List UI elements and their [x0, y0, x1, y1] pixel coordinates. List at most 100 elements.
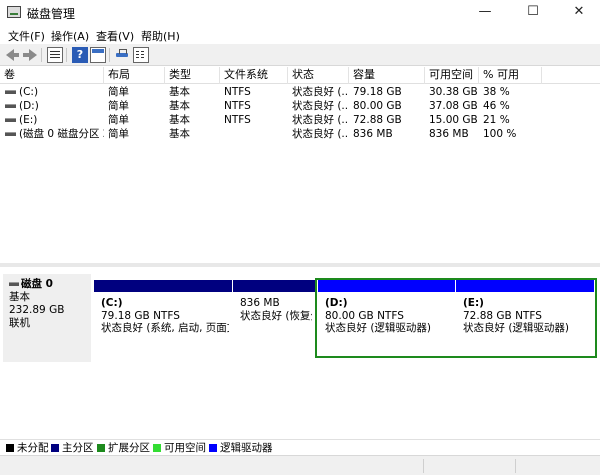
partition-e[interactable]: (E:) 72.88 GB NTFS 状态良好 (逻辑驱动器): [456, 280, 594, 356]
col-header-status[interactable]: 状态: [288, 67, 349, 84]
col-header-free[interactable]: 可用空间: [425, 67, 479, 84]
col-header-percent-free[interactable]: % 可用: [479, 67, 542, 84]
toolbar: ?: [0, 44, 600, 66]
legend-label: 逻辑驱动器: [220, 442, 273, 454]
volume-list-icon[interactable]: [133, 47, 149, 63]
volume-row[interactable]: (磁盘 0 磁盘分区 2) 简单 基本 状态良好 (... 836 MB 836…: [0, 127, 600, 141]
title-bar: 磁盘管理 — ☐ ✕: [0, 0, 600, 25]
volume-capacity: 836 MB: [353, 128, 393, 140]
menu-bar: 文件(F) 操作(A) 查看(V) 帮助(H): [0, 25, 600, 44]
legend-swatch: [6, 444, 14, 452]
partition-status: 状态良好 (逻辑驱动器): [463, 322, 570, 334]
disk-0-label[interactable]: 磁盘 0 基本 232.89 GB 联机: [3, 274, 91, 362]
volume-status: 状态良好 (...: [292, 100, 349, 112]
partition-name: (D:): [325, 297, 348, 309]
primary-partition-bar: [94, 280, 232, 292]
col-header-layout[interactable]: 布局: [104, 67, 165, 84]
volume-status: 状态良好 (...: [292, 114, 349, 126]
forward-button[interactable]: [22, 47, 38, 63]
col-header-volume[interactable]: 卷: [0, 67, 104, 84]
volume-list-pane: 卷 布局 类型 文件系统 状态 容量 可用空间 % 可用 (C:) 简单 基本 …: [0, 67, 600, 263]
volume-layout: 简单: [108, 114, 129, 126]
legend: 未分配 主分区 扩展分区 可用空间 逻辑驱动器: [0, 439, 600, 455]
partition-c[interactable]: (C:) 79.18 GB NTFS 状态良好 (系统, 启动, 页面文件: [94, 280, 232, 356]
volume-filesystem: NTFS: [224, 114, 251, 126]
properties-icon[interactable]: [47, 47, 63, 63]
volume-filesystem: NTFS: [224, 86, 251, 98]
menu-view[interactable]: 查看(V): [96, 28, 134, 44]
maximize-button[interactable]: ☐: [510, 0, 556, 25]
partition-status: 状态良好 (恢复分: [240, 309, 312, 322]
menu-file[interactable]: 文件(F): [8, 28, 45, 44]
disk-state: 联机: [9, 317, 30, 329]
disk-graphical-pane: 磁盘 0 基本 232.89 GB 联机 (C:) 79.18 GB NTFS …: [0, 263, 600, 439]
back-arrow-icon: [6, 49, 19, 61]
back-button[interactable]: [5, 47, 21, 63]
connect-drive-icon[interactable]: [115, 47, 131, 63]
legend-label: 扩展分区: [108, 442, 150, 454]
partition-size: 836 MB: [240, 297, 280, 309]
partition-size: 80.00 GB NTFS: [325, 309, 404, 322]
volume-free: 15.00 GB: [429, 114, 478, 126]
forward-arrow-icon: [23, 49, 37, 61]
volume-name: (C:): [19, 86, 39, 98]
volume-free: 37.08 GB: [429, 100, 478, 112]
col-header-capacity[interactable]: 容量: [349, 67, 425, 84]
toolbar-separator: [109, 48, 110, 62]
legend-item: 主分区: [51, 442, 94, 454]
legend-swatch: [153, 444, 161, 452]
volume-type: 基本: [169, 128, 190, 140]
volume-capacity: 79.18 GB: [353, 86, 402, 98]
partition-size: 72.88 GB NTFS: [463, 309, 542, 322]
help-icon[interactable]: ?: [72, 47, 88, 63]
volume-name: (D:): [19, 100, 39, 112]
volume-capacity: 72.88 GB: [353, 114, 402, 126]
status-bar-separator: [423, 459, 424, 473]
legend-swatch: [51, 444, 59, 452]
disk-type: 基本: [9, 291, 30, 303]
column-header-row: 卷 布局 类型 文件系统 状态 容量 可用空间 % 可用: [0, 67, 600, 84]
volume-percent-free: 46 %: [483, 100, 510, 112]
volume-layout: 简单: [108, 86, 129, 98]
menu-action[interactable]: 操作(A): [51, 28, 89, 44]
status-bar: [0, 455, 600, 475]
volume-layout: 简单: [108, 128, 129, 140]
menu-help[interactable]: 帮助(H): [141, 28, 180, 44]
legend-item: 扩展分区: [97, 442, 150, 454]
legend-item: 可用空间: [153, 442, 206, 454]
volume-filesystem: NTFS: [224, 100, 251, 112]
volume-row[interactable]: (C:) 简单 基本 NTFS 状态良好 (... 79.18 GB 30.38…: [0, 85, 600, 99]
partition-status: 状态良好 (逻辑驱动器): [325, 322, 432, 334]
volume-row[interactable]: (E:) 简单 基本 NTFS 状态良好 (... 72.88 GB 15.00…: [0, 113, 600, 127]
col-header-type[interactable]: 类型: [165, 67, 220, 84]
volume-percent-free: 100 %: [483, 128, 517, 140]
partition-d[interactable]: (D:) 80.00 GB NTFS 状态良好 (逻辑驱动器): [318, 280, 455, 356]
legend-label: 未分配: [17, 442, 49, 454]
col-header-filesystem[interactable]: 文件系统: [220, 67, 288, 84]
close-button[interactable]: ✕: [556, 0, 600, 25]
minimize-button[interactable]: —: [462, 0, 508, 25]
disk-name: 磁盘 0: [21, 278, 53, 290]
volume-free: 836 MB: [429, 128, 469, 140]
volume-type: 基本: [169, 86, 190, 98]
volume-status: 状态良好 (...: [292, 86, 349, 98]
window-title: 磁盘管理: [27, 7, 76, 21]
volume-layout: 简单: [108, 100, 129, 112]
partition-name: (C:): [101, 297, 123, 309]
volume-percent-free: 38 %: [483, 86, 510, 98]
disk-icon: [9, 282, 19, 286]
volume-row[interactable]: (D:) 简单 基本 NTFS 状态良好 (... 80.00 GB 37.08…: [0, 99, 600, 113]
primary-partition-bar: [233, 280, 315, 292]
partition-recovery[interactable]: 836 MB 状态良好 (恢复分: [233, 280, 315, 356]
partition-status: 状态良好 (系统, 启动, 页面文件: [101, 322, 229, 334]
toolbar-separator: [66, 48, 67, 62]
disk-size: 232.89 GB: [9, 304, 65, 316]
show-hide-pane-icon[interactable]: [90, 47, 106, 63]
volume-filesystem: [220, 127, 288, 141]
volume-type: 基本: [169, 100, 190, 112]
volume-name: (磁盘 0 磁盘分区 2): [19, 128, 104, 140]
volume-free: 30.38 GB: [429, 86, 478, 98]
legend-swatch: [209, 444, 217, 452]
volume-percent-free: 21 %: [483, 114, 510, 126]
legend-swatch: [97, 444, 105, 452]
